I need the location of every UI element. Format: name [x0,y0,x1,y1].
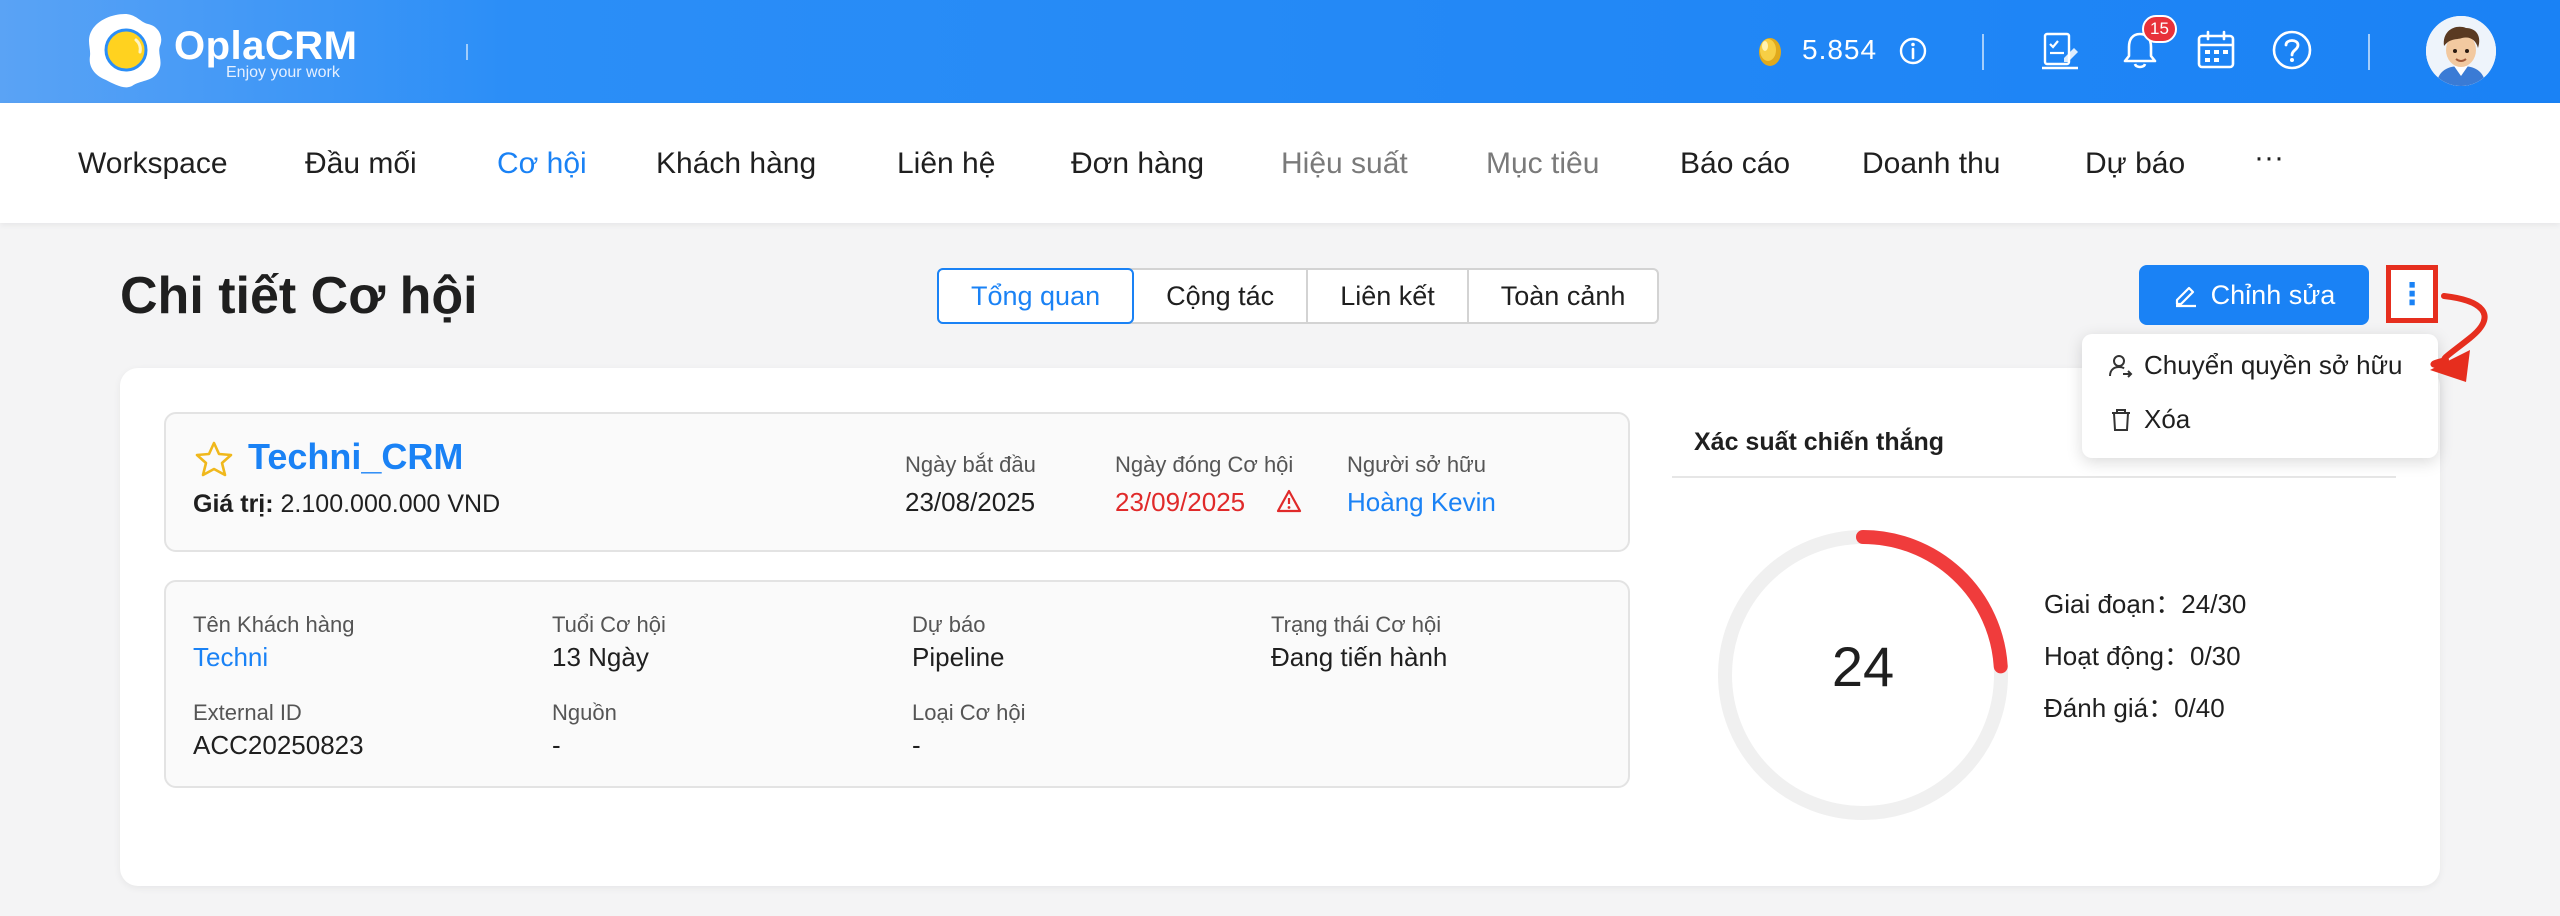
menu-item-label: Chuyển quyền sở hữu [2144,350,2403,380]
coin-balance: 5.854 [1802,34,1878,65]
win-score: 24 [1831,635,1895,698]
nav-item-goals[interactable]: Mục tiêu [1486,147,1599,181]
brand-name: OplaCRM [174,24,358,68]
customer-link[interactable]: Techni [193,642,268,673]
age-label: Tuổi Cơ hội [552,612,666,637]
kebab-menu-icon: ⋮ [2397,277,2427,311]
age-value: 13 Ngày [552,642,649,672]
menu-item-label: Xóa [2144,404,2191,434]
owner-label: Người sở hữu [1347,452,1487,477]
notification-badge: 15 [2142,15,2177,43]
info-icon[interactable] [1898,36,1928,66]
oplacrm-logo[interactable] [84,10,166,90]
win-probability-title: Xác suất chiến thắng [1694,428,1945,456]
nav-more-button[interactable]: ··· [2254,141,2284,175]
more-actions-button[interactable]: ⋮ [2386,265,2438,323]
top-header: OplaCRM Enjoy your work 5.854 15 [0,0,2560,103]
opportunity-summary-panel [164,412,1630,552]
source-value: - [552,730,561,760]
detail-tabs: Tổng quan Cộng tác Liên kết Toàn cảnh [937,268,1660,324]
nav-item-leads[interactable]: Đầu mối [305,147,417,181]
close-date-value: 23/09/2025 [1115,487,1246,517]
activity-score: Hoạt động：0/30 [2044,641,2241,671]
value-amount: 2.100.000.000 VND [280,490,501,518]
header-separator [466,44,468,60]
menu-item-delete[interactable]: Xóa [2108,404,2190,435]
edit-button-label: Chỉnh sửa [2210,279,2336,310]
avatar-image [2426,16,2496,86]
page-title: Chi tiết Cơ hội [120,267,478,325]
forecast-label: Dự báo [912,612,986,637]
trash-icon [2112,408,2130,431]
type-value: - [912,730,921,760]
star-icon[interactable] [194,440,234,478]
header-divider [2368,34,2370,70]
close-date-label: Ngày đóng Cơ hội [1115,452,1294,477]
external-id-value: ACC20250823 [193,730,364,760]
nav-item-opportunities[interactable]: Cơ hội [497,147,587,181]
tab-overview[interactable]: Tổng quan [937,268,1135,324]
user-transfer-icon [2109,354,2133,378]
nav-item-reports[interactable]: Báo cáo [1680,147,1790,181]
value-label: Giá trị: [193,490,274,518]
nav-item-orders[interactable]: Đơn hàng [1071,147,1204,181]
main-nav: Workspace Đầu mối Cơ hội Khách hàng Liên… [0,103,2560,223]
status-value: Đang tiến hành [1271,642,1448,672]
status-label: Trạng thái Cơ hội [1271,612,1442,637]
nav-item-workspace[interactable]: Workspace [78,147,228,181]
user-avatar[interactable] [2426,16,2496,86]
nav-item-performance[interactable]: Hiệu suất [1281,147,1408,181]
stage-score: Giai đoạn：24/30 [2044,589,2247,619]
forecast-value: Pipeline [912,642,1005,672]
start-date-value: 23/08/2025 [905,487,1036,517]
win-probability-divider [1672,476,2396,478]
calendar-icon[interactable] [2194,28,2238,72]
owner-link[interactable]: Hoàng Kevin [1347,487,1496,518]
opportunity-name: Techni_CRM [248,436,464,477]
header-divider [1982,34,1984,70]
brand-tagline: Enjoy your work [226,64,340,81]
nav-item-forecast[interactable]: Dự báo [2085,147,2185,181]
menu-item-transfer-ownership[interactable]: Chuyển quyền sở hữu [2108,350,2403,381]
nav-item-revenue[interactable]: Doanh thu [1862,147,2000,181]
opportunity-value: Giá trị: 2.100.000.000 VND [193,490,500,519]
actions-dropdown: Chuyển quyền sở hữu Xóa [2082,334,2438,458]
edit-button[interactable]: Chỉnh sửa [2139,265,2369,325]
help-icon[interactable] [2270,28,2314,72]
nav-item-contacts[interactable]: Liên hệ [897,147,995,181]
source-label: Nguồn [552,700,617,725]
tab-full-view[interactable]: Toàn cảnh [1469,270,1658,322]
nav-item-customers[interactable]: Khách hàng [656,147,816,181]
coin-icon [1759,38,1781,66]
pencil-icon [2175,286,2196,308]
customer-label: Tên Khách hàng [193,612,355,637]
type-label: Loại Cơ hội [912,700,1026,725]
tab-links[interactable]: Liên kết [1308,270,1469,322]
rating-score: Đánh giá：0/40 [2044,693,2225,723]
tab-collaboration[interactable]: Cộng tác [1134,270,1309,322]
external-id-label: External ID [193,700,302,725]
warning-icon [1276,489,1302,513]
start-date-label: Ngày bắt đầu [905,452,1036,477]
task-checklist-icon[interactable] [2038,28,2082,72]
